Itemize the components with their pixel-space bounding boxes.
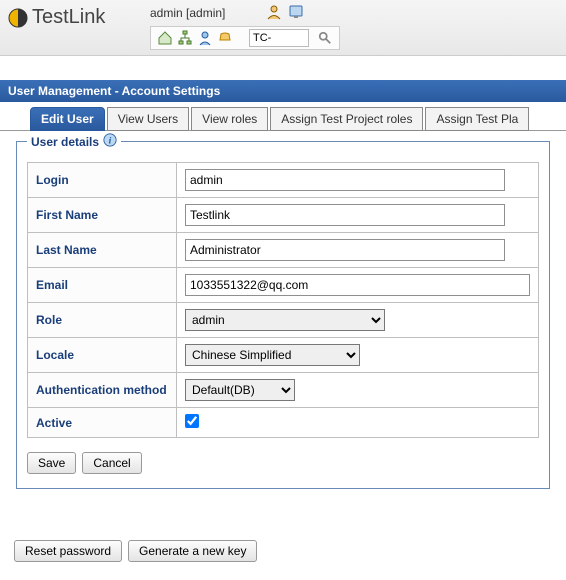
- section-title-bar: User Management - Account Settings: [0, 80, 566, 102]
- row-auth: Authentication method Default(DB): [28, 373, 539, 408]
- app-name: TestLink: [32, 6, 105, 29]
- row-active: Active: [28, 408, 539, 438]
- label-auth: Authentication method: [28, 373, 177, 408]
- cancel-button[interactable]: Cancel: [82, 452, 141, 474]
- user-icon[interactable]: [266, 4, 282, 20]
- label-locale: Locale: [28, 338, 177, 373]
- row-locale: Locale Chinese Simplified: [28, 338, 539, 373]
- label-last-name: Last Name: [28, 233, 177, 268]
- label-role: Role: [28, 303, 177, 338]
- testcase-search-input[interactable]: [249, 29, 309, 47]
- tree-icon[interactable]: [177, 30, 193, 46]
- tab-edit-user[interactable]: Edit User: [30, 107, 105, 131]
- reset-password-button[interactable]: Reset password: [14, 540, 122, 562]
- tab-label: Assign Test Pla: [436, 112, 518, 126]
- login-input[interactable]: [185, 169, 505, 191]
- active-checkbox[interactable]: [185, 414, 199, 428]
- row-last-name: Last Name: [28, 233, 539, 268]
- tab-view-roles[interactable]: View roles: [191, 107, 268, 131]
- tabs-row: Edit User View Users View roles Assign T…: [0, 102, 566, 130]
- row-first-name: First Name: [28, 198, 539, 233]
- logout-icon[interactable]: [288, 4, 304, 20]
- first-name-input[interactable]: [185, 204, 505, 226]
- row-role: Role admin: [28, 303, 539, 338]
- last-name-input[interactable]: [185, 239, 505, 261]
- generate-key-button[interactable]: Generate a new key: [128, 540, 257, 562]
- row-login: Login: [28, 163, 539, 198]
- auth-select[interactable]: Default(DB): [185, 379, 295, 401]
- svg-text:i: i: [109, 136, 112, 147]
- fieldset-legend: User details i: [27, 133, 121, 150]
- label-email: Email: [28, 268, 177, 303]
- tab-view-users[interactable]: View Users: [107, 107, 189, 131]
- form-buttons: Save Cancel: [27, 452, 539, 474]
- user-details-fieldset: User details i Login First Name Last Nam…: [16, 141, 550, 489]
- bell-icon[interactable]: [217, 30, 233, 46]
- tab-label: Assign Test Project roles: [281, 112, 412, 126]
- current-user-label: admin [admin]: [150, 6, 225, 20]
- tab-label: View roles: [202, 112, 257, 126]
- row-email: Email: [28, 268, 539, 303]
- search-icon[interactable]: [317, 30, 333, 46]
- label-active: Active: [28, 408, 177, 438]
- home-icon[interactable]: [157, 30, 173, 46]
- legend-text: User details: [31, 135, 99, 149]
- top-header: TestLink admin [admin]: [0, 0, 566, 56]
- email-input[interactable]: [185, 274, 530, 296]
- tab-label: Edit User: [41, 112, 94, 126]
- label-login: Login: [28, 163, 177, 198]
- toolbar: [150, 26, 340, 50]
- tab-assign-test-plan[interactable]: Assign Test Pla: [425, 107, 529, 131]
- app-logo: TestLink: [8, 6, 105, 29]
- person-icon[interactable]: [197, 30, 213, 46]
- header-icons: [266, 4, 304, 20]
- save-button[interactable]: Save: [27, 452, 76, 474]
- role-select[interactable]: admin: [185, 309, 385, 331]
- bottom-buttons: Reset password Generate a new key: [14, 540, 257, 562]
- tab-label: View Users: [118, 112, 178, 126]
- panel-area: User details i Login First Name Last Nam…: [0, 130, 566, 499]
- user-form-table: Login First Name Last Name Email Role ad…: [27, 162, 539, 438]
- testlink-logo-icon: [8, 8, 28, 28]
- locale-select[interactable]: Chinese Simplified: [185, 344, 360, 366]
- info-icon[interactable]: i: [103, 133, 117, 150]
- tab-assign-project-roles[interactable]: Assign Test Project roles: [270, 107, 423, 131]
- label-first-name: First Name: [28, 198, 177, 233]
